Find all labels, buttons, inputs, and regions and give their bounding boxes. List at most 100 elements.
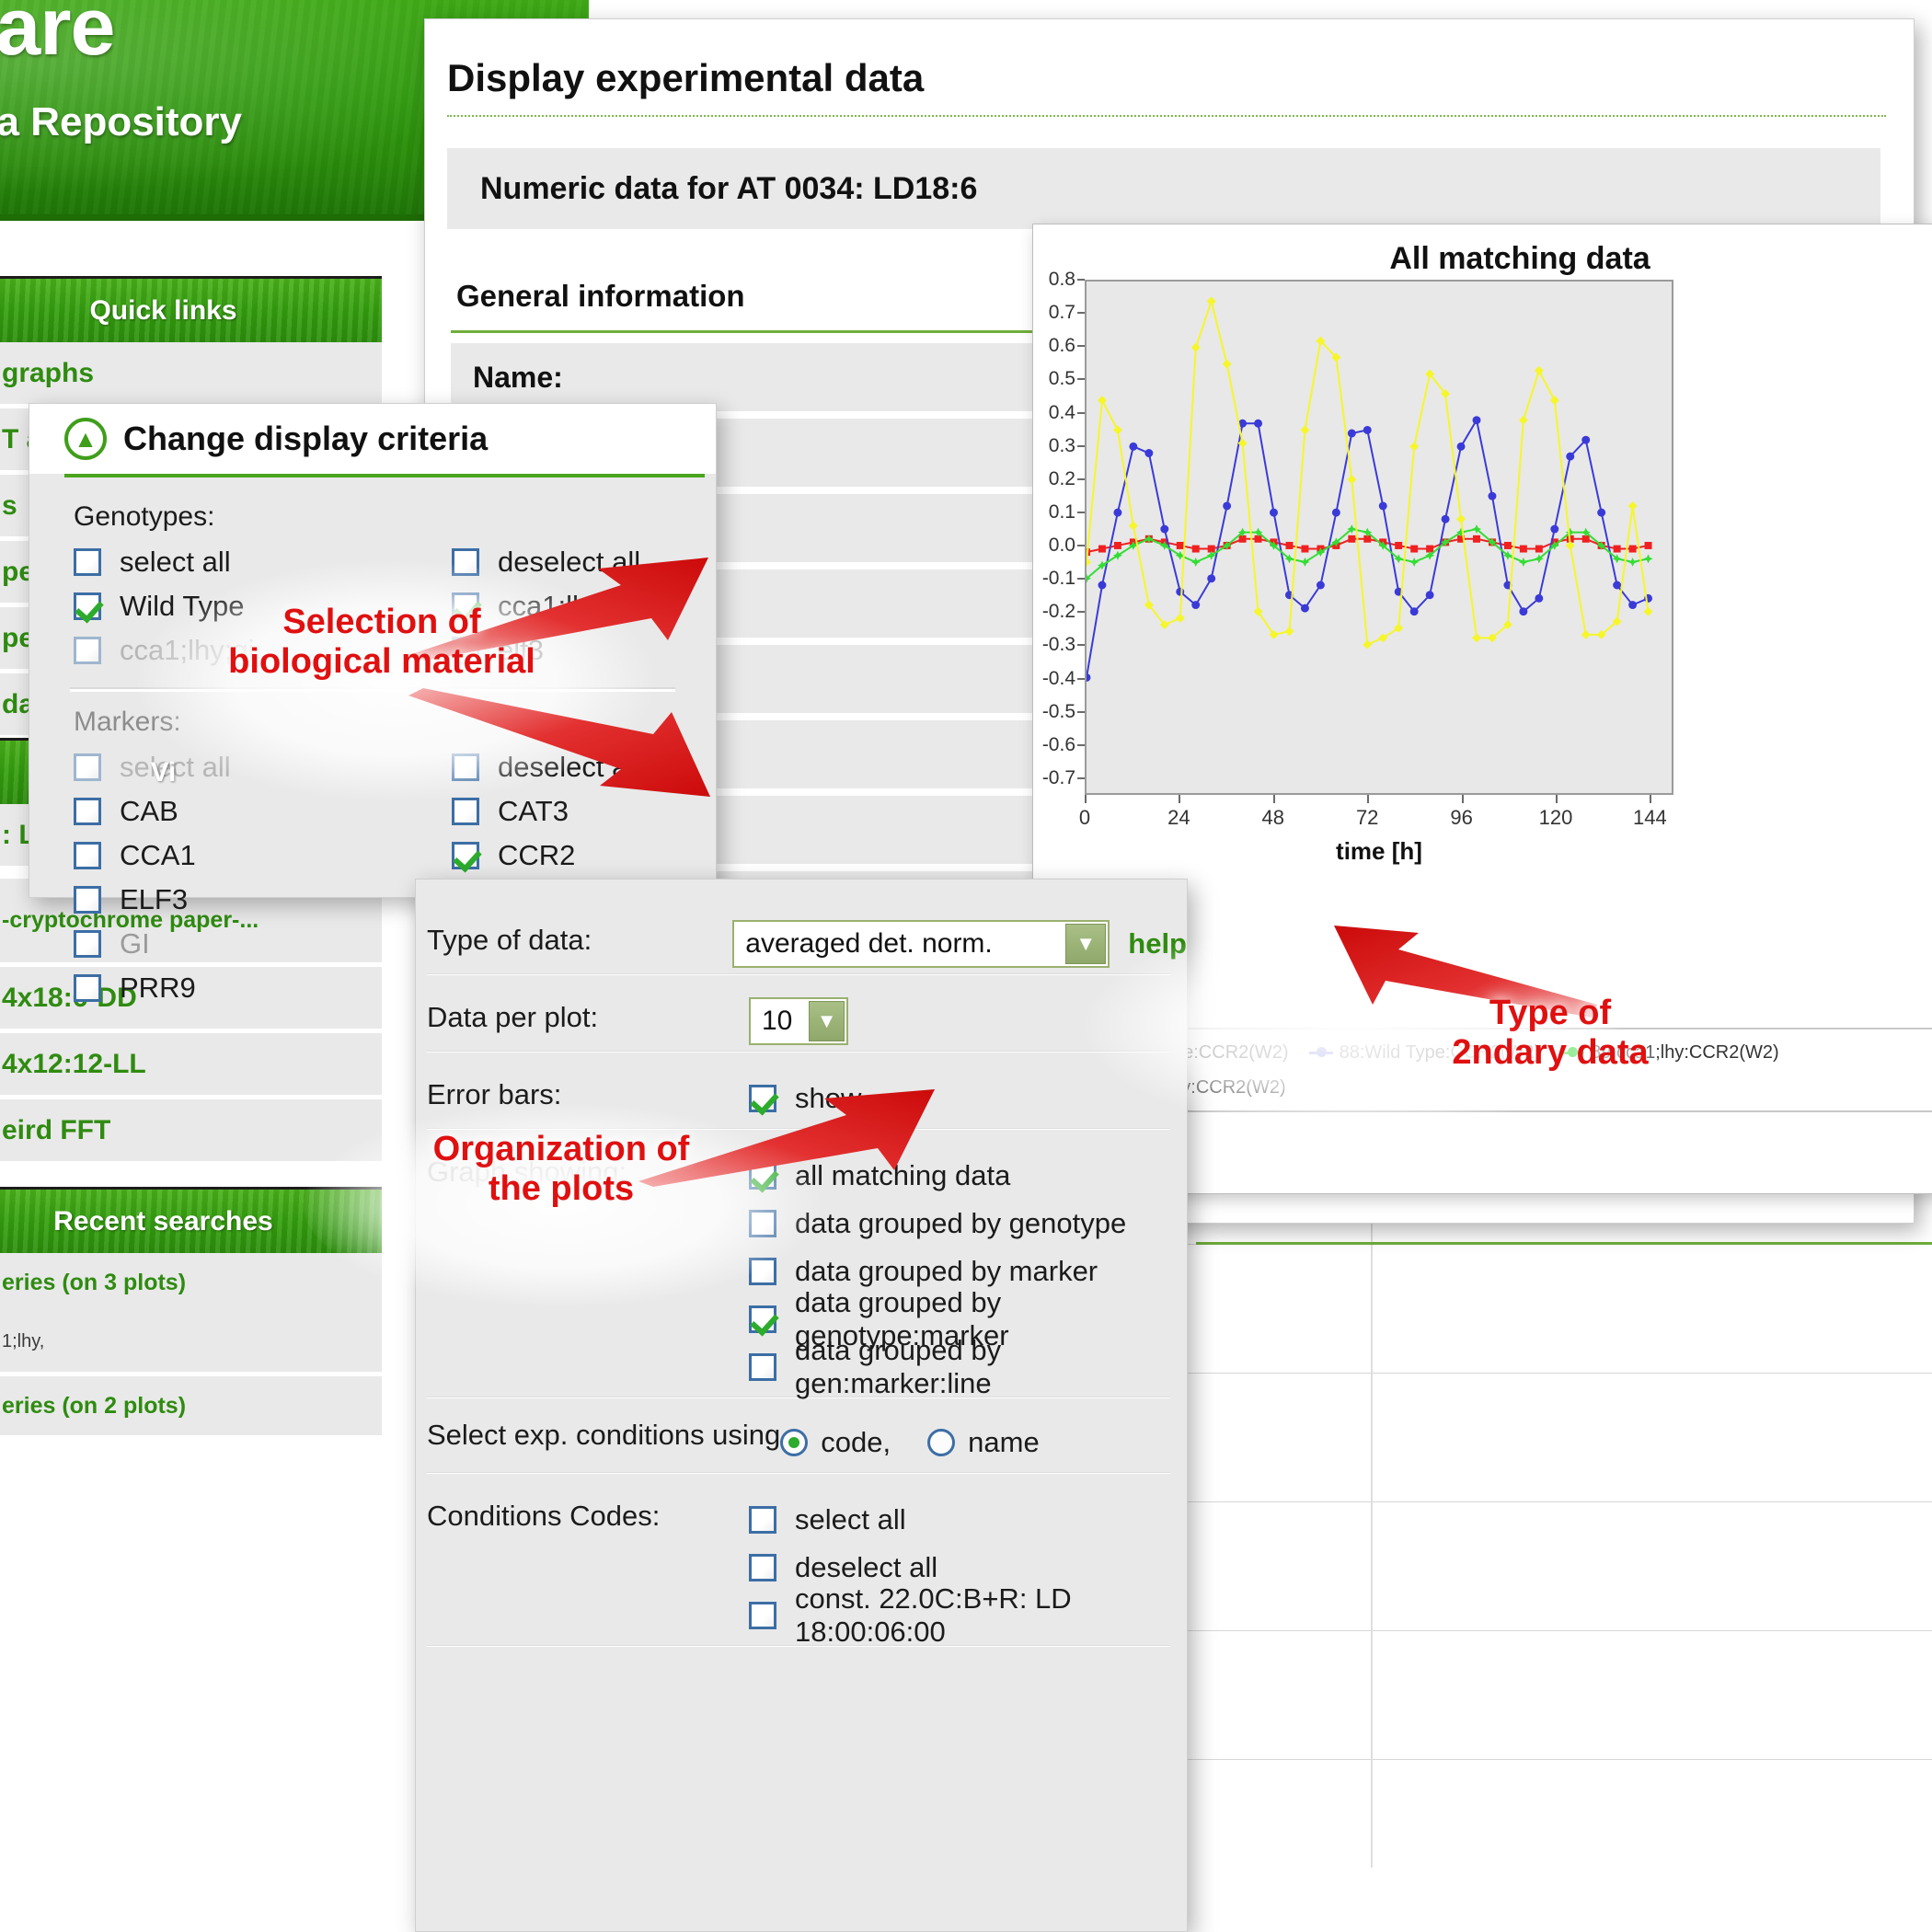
series-layer (1082, 296, 1653, 682)
sidebar-item-series-3-plots[interactable]: eries (on 3 plots) (0, 1253, 382, 1312)
radio-code[interactable]: code, (780, 1426, 891, 1459)
checkbox-label: select all (795, 1503, 906, 1535)
checkbox[interactable] (74, 753, 101, 781)
criteria-header: ▲ Change display criteria (29, 404, 716, 474)
annotation-line-2: 2ndary data (1452, 1032, 1649, 1072)
checkbox-label: select all (120, 546, 231, 578)
checkbox[interactable] (749, 1506, 776, 1534)
checkbox[interactable] (74, 930, 101, 958)
options-divider (427, 1051, 1170, 1052)
checkbox[interactable] (749, 1554, 776, 1581)
checkbox[interactable] (749, 1305, 776, 1333)
series-diamond (1082, 296, 1653, 650)
checkbox[interactable] (74, 637, 101, 664)
info-key: Name: (473, 360, 563, 394)
checkbox[interactable] (74, 548, 101, 576)
quick-links-header-label: Quick links (89, 294, 237, 326)
marker-gi-row[interactable]: GI (74, 922, 373, 966)
checkbox-label: CCA1 (120, 839, 196, 871)
y-tick-mark (1077, 578, 1085, 581)
y-tick-label: -0.3 (1041, 634, 1075, 656)
conditions-select-all-row[interactable]: select all (749, 1496, 1187, 1544)
chevron-up-icon[interactable]: ▲ (64, 418, 107, 460)
chevron-down-icon[interactable]: ▼ (1065, 924, 1107, 964)
x-tick-mark (1650, 795, 1652, 803)
conditions-codes-label: Conditions Codes: (427, 1500, 661, 1532)
y-tick-mark (1077, 677, 1085, 680)
checkbox-label: GI (120, 927, 150, 960)
site-title: oDare (0, 0, 115, 72)
x-tick-mark (1367, 795, 1370, 803)
chevron-down-icon[interactable]: ▼ (809, 1001, 845, 1041)
x-tick-label: 72 (1355, 806, 1379, 829)
checkbox-label: data grouped by gen:marker:line (795, 1334, 1002, 1399)
conditions-const-row[interactable]: const. 22.0C:B+R: LD 18:00:06:00 (749, 1582, 1187, 1648)
checkbox-label: show (795, 1082, 862, 1114)
type-of-data-value: averaged det. norm. (745, 928, 993, 959)
general-information-heading: General information (456, 279, 745, 313)
annotation-selection-biological-material: Selection of biological material (138, 603, 626, 681)
x-tick-mark (1461, 795, 1464, 803)
views-header-label: Vi (150, 756, 177, 788)
radio-button[interactable] (927, 1429, 956, 1456)
plot-area-wrapper: 0.8 0.7 0.6 0.5 0.4 0.3 0.2 0.1 0.0 -0.1 -0.2 -0.3 -… (1042, 269, 1673, 865)
checkbox-label: const. 22.0C:B+R: LD 18:00:06:00 (795, 1582, 1072, 1648)
radio-label: code, (821, 1426, 891, 1458)
sidebar-item-label: s (2, 489, 17, 521)
site-subtitle: ical Data Repository (0, 99, 243, 144)
sidebar-item-4x12-12-ll[interactable]: 4x12:12-LL (0, 1033, 382, 1099)
checkbox[interactable] (74, 974, 101, 1002)
checkbox-label: ELF3 (120, 883, 189, 915)
marker-ccr2-row[interactable]: CCR2 (452, 834, 716, 878)
radio-name[interactable]: name (927, 1426, 1040, 1459)
sidebar-item-label: eries (on 2 plots) (2, 1392, 187, 1419)
radio-button[interactable] (780, 1429, 809, 1456)
checkbox[interactable] (452, 798, 479, 825)
checkbox[interactable] (749, 1085, 776, 1112)
y-tick-label: 0.2 (1048, 467, 1075, 489)
annotation-line-2: the plots (488, 1168, 635, 1208)
checkbox-label: deselect all (795, 1551, 938, 1583)
marker-prr9-row[interactable]: PRR9 (74, 966, 373, 1010)
x-tick-label: 96 (1450, 806, 1473, 829)
sidebar-item-graphs[interactable]: graphs (0, 342, 382, 408)
annotation-line-1: Organization of (432, 1130, 690, 1168)
error-bars-show-row[interactable]: show (749, 1075, 1187, 1122)
data-per-plot-select[interactable]: 10 ▼ (749, 997, 848, 1045)
x-tick-label: 0 (1078, 806, 1091, 829)
x-tick-label: 24 (1167, 806, 1190, 829)
checkbox[interactable] (74, 842, 101, 869)
y-tick-label: -0.4 (1041, 667, 1075, 689)
data-per-plot-value: 10 (762, 1006, 793, 1036)
y-tick-label: 0.6 (1048, 335, 1075, 357)
marker-cca1-row[interactable]: CCA1 (74, 834, 373, 878)
title-divider (447, 115, 1886, 117)
annotation-type-of-secondary-data: Type of 2ndary data (1339, 994, 1762, 1072)
checkbox-label: all matching data (795, 1159, 1011, 1191)
checkbox-label: data grouped by marker (795, 1255, 1098, 1287)
data-per-plot-row: Data per plot: 10 ▼ (416, 981, 1187, 1045)
marker-elf3-row[interactable]: ELF3 (74, 878, 373, 922)
type-of-data-select[interactable]: averaged det. norm. ▼ (732, 920, 1110, 968)
marker-cat3-row[interactable]: CAT3 (452, 789, 716, 834)
checkbox[interactable] (74, 886, 101, 914)
y-tick-label: 0.7 (1048, 302, 1075, 324)
checkbox[interactable] (749, 1353, 776, 1381)
sidebar-item-series-2-plots[interactable]: eries (on 2 plots) (0, 1376, 382, 1435)
checkbox[interactable] (749, 1602, 776, 1629)
checkbox-label: CCR2 (498, 839, 576, 871)
quick-links-header: Quick links (0, 276, 382, 342)
checkbox[interactable] (74, 592, 101, 620)
checkbox[interactable] (74, 798, 101, 825)
error-bars-label: Error bars: (427, 1078, 562, 1110)
y-tick-label: 0.1 (1048, 500, 1075, 523)
graph-showing-by-gen-marker-line-row[interactable]: data grouped by gen:marker:line (749, 1334, 1187, 1399)
checkbox[interactable] (452, 842, 479, 869)
sidebar-item-label: eird FFT (2, 1114, 111, 1145)
options-divider (427, 1472, 1170, 1474)
checkbox-label: deselect all (498, 546, 641, 578)
options-divider (427, 973, 1170, 975)
y-tick-mark (1077, 743, 1085, 746)
y-tick-mark (1077, 477, 1085, 480)
y-tick-label: 0.4 (1048, 401, 1075, 423)
